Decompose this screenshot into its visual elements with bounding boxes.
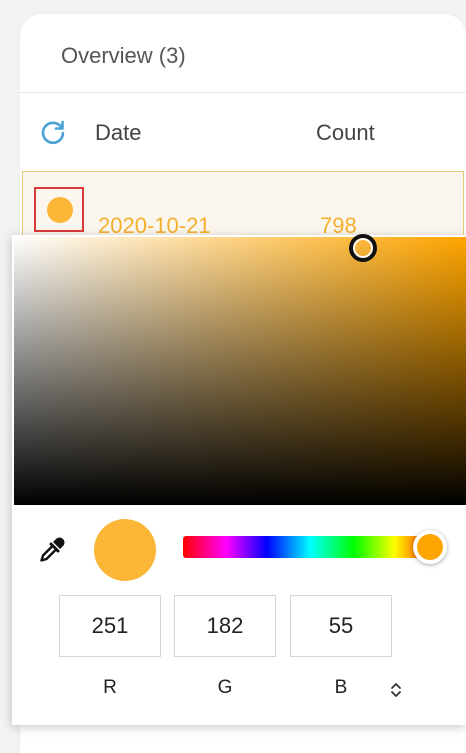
column-header-count[interactable]: Count <box>316 120 375 146</box>
color-preview <box>94 519 156 581</box>
chevron-up-down-icon[interactable] <box>388 681 404 699</box>
color-dot <box>47 197 73 223</box>
saturation-value-area[interactable] <box>14 234 466 505</box>
refresh-icon[interactable] <box>40 119 66 145</box>
panel-title: Overview (3) <box>61 43 186 68</box>
saturation-value-handle[interactable] <box>349 234 377 262</box>
hue-slider-handle[interactable] <box>413 530 448 564</box>
green-input[interactable] <box>174 595 276 657</box>
red-label: R <box>103 677 117 698</box>
blue-input[interactable] <box>290 595 392 657</box>
hue-slider[interactable] <box>183 530 448 564</box>
color-picker-popup: R G B <box>12 234 466 725</box>
column-header-date[interactable]: Date <box>95 120 141 146</box>
green-label: G <box>217 677 233 698</box>
table-header: Date Count <box>20 93 466 171</box>
color-swatch-button[interactable] <box>34 187 84 232</box>
red-input[interactable] <box>59 595 161 657</box>
blue-label: B <box>334 677 348 698</box>
eyedropper-icon[interactable] <box>37 535 67 565</box>
